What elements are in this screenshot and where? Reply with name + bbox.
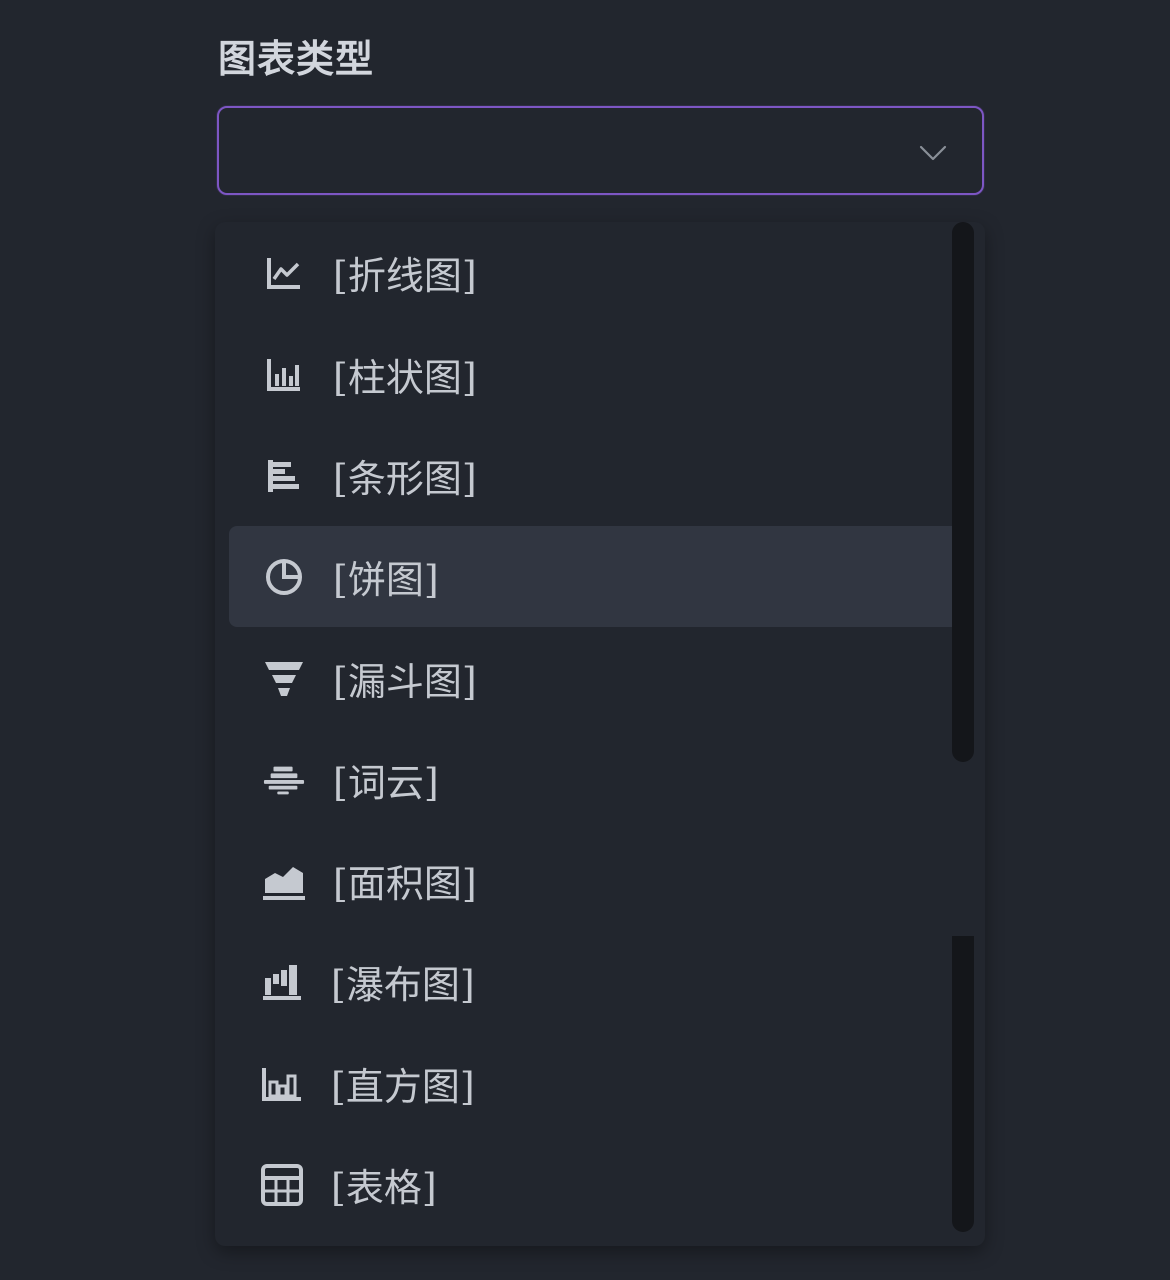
option-label: [面积图] (333, 862, 477, 906)
histogram-icon (261, 1063, 303, 1105)
option-label: [折线图] (333, 254, 477, 298)
scrollbar-thumb[interactable] (952, 222, 974, 762)
column-chart-icon (263, 354, 305, 396)
option-waterfall-chart[interactable]: [瀑布图] (229, 931, 973, 1032)
word-cloud-icon (263, 759, 305, 801)
waterfall-chart-icon (261, 961, 303, 1003)
bar-chart-icon (263, 455, 305, 497)
option-bar-chart[interactable]: [条形图] (229, 425, 973, 526)
option-label: [漏斗图] (333, 660, 477, 704)
option-word-cloud[interactable]: [词云] (229, 729, 973, 830)
option-label: [瀑布图] (331, 963, 475, 1007)
dropdown-scrollbar[interactable] (952, 222, 974, 1232)
option-label: [柱状图] (333, 356, 477, 400)
option-area-chart[interactable]: [面积图] (229, 830, 973, 931)
funnel-chart-icon (263, 658, 305, 700)
option-line-chart[interactable]: [折线图] (229, 222, 973, 323)
option-label: [词云] (333, 761, 439, 805)
chevron-down-icon[interactable] (918, 138, 948, 168)
scrollbar-thumb-lower[interactable] (952, 936, 974, 1232)
option-label: [直方图] (331, 1065, 475, 1109)
option-label: [条形图] (333, 457, 477, 501)
area-chart-icon (263, 860, 305, 902)
line-chart-icon (263, 252, 305, 294)
chart-type-dropdown: [折线图] [柱状图] [条形图] [饼图] [漏斗图] [词云] [面积图] … (215, 222, 985, 1246)
option-label: [饼图] (333, 558, 439, 602)
chart-type-panel: 图表类型 [折线图] [柱状图] [条形图] [饼图] [漏斗图] [词云] [… (0, 0, 1170, 1280)
pie-chart-icon (263, 556, 305, 598)
option-column-chart[interactable]: [柱状图] (229, 324, 973, 425)
chart-type-label: 图表类型 (218, 37, 375, 81)
option-pie-chart[interactable]: [饼图] (229, 526, 973, 627)
option-label: [表格] (331, 1166, 437, 1210)
option-table[interactable]: [表格] (229, 1134, 973, 1235)
option-funnel-chart[interactable]: [漏斗图] (229, 628, 973, 729)
chart-type-select[interactable] (217, 106, 984, 195)
table-icon (261, 1163, 303, 1206)
option-histogram[interactable]: [直方图] (229, 1033, 973, 1134)
